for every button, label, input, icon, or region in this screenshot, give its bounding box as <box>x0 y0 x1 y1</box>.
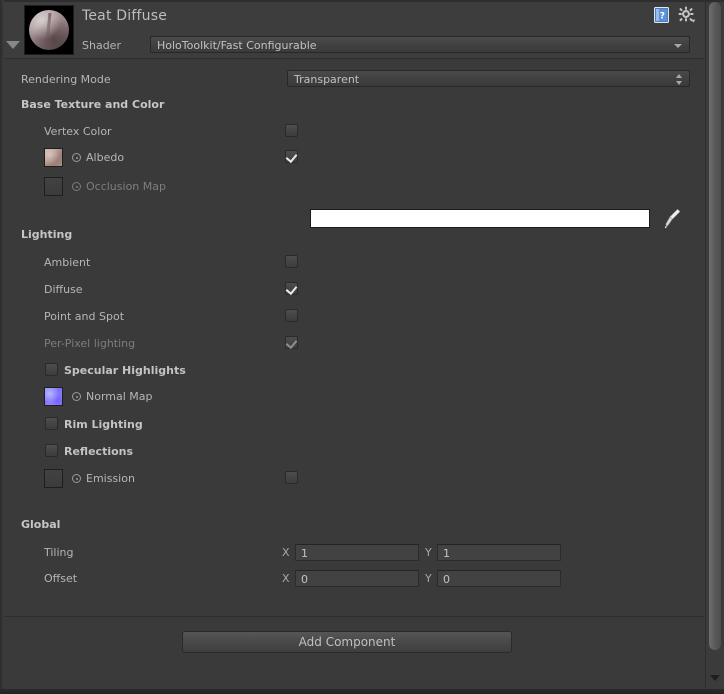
bottom-toolbar: Add Component <box>4 616 704 689</box>
rim-lighting-label: Rim Lighting <box>64 418 143 431</box>
rendering-mode-dropdown[interactable]: Transparent <box>287 70 690 87</box>
target-glyph-icon <box>72 182 81 191</box>
vertical-scrollbar[interactable] <box>705 2 724 689</box>
point-and-spot-label: Point and Spot <box>44 310 125 323</box>
emission-texture-thumbnail[interactable] <box>44 469 63 488</box>
offset-x-input[interactable]: 0 <box>295 570 419 587</box>
offset-y-value: 0 <box>443 573 450 586</box>
shader-dropdown[interactable]: HoloToolkit/Fast Configurable <box>150 36 690 53</box>
row-point-and-spot: Point and Spot <box>4 306 704 328</box>
rim-lighting-checkbox[interactable] <box>45 417 58 430</box>
occlusion-texture-thumbnail[interactable] <box>44 177 63 196</box>
material-preview-sphere <box>24 5 74 55</box>
diffuse-label: Diffuse <box>44 283 83 296</box>
unity-inspector-window: Teat Diffuse Shader HoloToolkit/Fast Con… <box>0 0 724 694</box>
rendering-mode-label: Rendering Mode <box>21 73 111 86</box>
offset-x-axis-label: X <box>282 572 290 585</box>
albedo-label: Albedo <box>86 151 125 164</box>
vertex-color-label: Vertex Color <box>44 125 112 138</box>
shader-dropdown-value: HoloToolkit/Fast Configurable <box>157 39 317 52</box>
section-lighting: Lighting <box>4 225 704 247</box>
reflections-label: Reflections <box>64 445 134 458</box>
tiling-y-value: 1 <box>443 547 450 560</box>
updown-arrows-icon <box>676 74 683 85</box>
per-pixel-lighting-checkbox <box>285 336 298 349</box>
section-title-base-texture: Base Texture and Color <box>21 98 165 111</box>
target-glyph-icon <box>72 392 81 401</box>
point-and-spot-checkbox[interactable] <box>285 309 298 322</box>
tiling-y-axis-label: Y <box>425 546 432 559</box>
window-bottom-edge <box>0 689 724 694</box>
emission-checkbox[interactable] <box>285 471 298 484</box>
preview-sphere-shape <box>29 10 69 50</box>
row-occlusion-map: Occlusion Map <box>4 176 704 198</box>
normal-map-label: Normal Map <box>86 390 153 403</box>
row-emission: Emission <box>4 468 704 490</box>
tiling-x-value: 1 <box>301 547 308 560</box>
tiling-y-input[interactable]: 1 <box>437 544 561 561</box>
albedo-texture-thumbnail[interactable] <box>44 148 63 167</box>
row-reflections: Reflections <box>4 441 704 463</box>
tiling-label: Tiling <box>44 546 74 559</box>
section-title-lighting: Lighting <box>21 228 73 241</box>
row-diffuse: Diffuse <box>4 279 704 301</box>
row-rim-lighting: Rim Lighting <box>4 414 704 436</box>
svg-text:?: ? <box>660 12 665 22</box>
tiling-x-input[interactable]: 1 <box>295 544 419 561</box>
reflections-checkbox[interactable] <box>45 444 58 457</box>
offset-label: Offset <box>44 572 78 585</box>
section-base-texture-and-color: Base Texture and Color <box>4 95 704 117</box>
specular-highlights-label: Specular Highlights <box>64 364 186 377</box>
occlusion-map-label: Occlusion Map <box>86 180 166 193</box>
section-global: Global <box>4 515 704 537</box>
row-ambient: Ambient <box>4 252 704 274</box>
chevron-down-icon <box>674 44 682 48</box>
scrollbar-thumb[interactable] <box>709 2 721 650</box>
inspector-panel: Teat Diffuse Shader HoloToolkit/Fast Con… <box>4 2 704 689</box>
per-pixel-lighting-label: Per-Pixel lighting <box>44 337 136 350</box>
chevron-down-icon[interactable] <box>710 673 720 683</box>
row-offset: Offset X 0 Y 0 <box>4 568 704 590</box>
offset-y-axis-label: Y <box>425 572 432 585</box>
vertex-color-checkbox[interactable] <box>285 124 298 137</box>
target-glyph-icon <box>72 474 81 483</box>
shader-label: Shader <box>82 39 121 52</box>
normal-map-thumbnail[interactable] <box>44 387 63 406</box>
row-normal-map: Normal Map <box>4 386 704 408</box>
row-albedo: Albedo <box>4 147 704 169</box>
material-header: Teat Diffuse Shader HoloToolkit/Fast Con… <box>4 2 704 59</box>
offset-y-input[interactable]: 0 <box>437 570 561 587</box>
row-vertex-color: Vertex Color <box>4 121 704 143</box>
gear-icon[interactable] <box>678 6 696 24</box>
target-glyph-icon <box>72 153 81 162</box>
albedo-checkbox[interactable] <box>285 150 298 163</box>
specular-highlights-checkbox[interactable] <box>45 363 58 376</box>
section-title-global: Global <box>21 518 61 531</box>
row-specular-highlights: Specular Highlights <box>4 360 704 382</box>
diffuse-checkbox[interactable] <box>285 282 298 295</box>
help-book-icon[interactable]: ? <box>654 7 669 23</box>
row-rendering-mode: Rendering Mode Transparent <box>4 69 704 91</box>
rendering-mode-value: Transparent <box>294 73 360 86</box>
material-title: Teat Diffuse <box>82 8 168 24</box>
inspector-body: Rendering Mode Transparent Base Texture … <box>4 59 704 615</box>
ambient-checkbox[interactable] <box>285 255 298 268</box>
add-component-button[interactable]: Add Component <box>182 631 512 653</box>
row-per-pixel-lighting: Per-Pixel lighting <box>4 333 704 355</box>
tiling-x-axis-label: X <box>282 546 290 559</box>
row-tiling: Tiling X 1 Y 1 <box>4 542 704 564</box>
offset-x-value: 0 <box>301 573 308 586</box>
ambient-label: Ambient <box>44 256 91 269</box>
emission-label: Emission <box>86 472 135 485</box>
foldout-triangle-down-icon[interactable] <box>6 38 20 52</box>
